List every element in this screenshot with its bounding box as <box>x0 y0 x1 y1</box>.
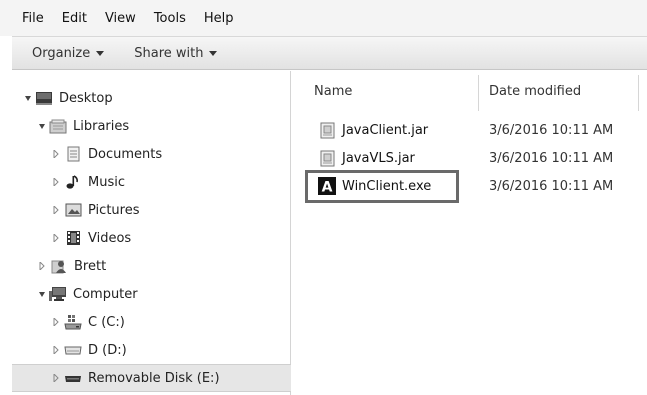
command-toolbar: Organize Share with <box>12 36 647 70</box>
file-date-modified: 3/6/2016 10:11 AM <box>489 150 614 166</box>
file-name: JavaVLS.jar <box>342 150 415 166</box>
menu-edit[interactable]: Edit <box>62 11 87 26</box>
nav-item-label: Removable Disk (E:) <box>88 370 220 386</box>
menu-file[interactable]: File <box>22 11 44 26</box>
chevron-down-icon <box>209 50 218 56</box>
menu-bar: File Edit View Tools Help <box>0 0 647 36</box>
nav-item-drive-c[interactable]: C (C:) <box>12 308 291 336</box>
expand-closed-icon[interactable] <box>50 318 62 326</box>
chevron-down-icon <box>96 50 105 56</box>
column-header-date-modified[interactable]: Date modified <box>489 71 581 111</box>
hard-drive-icon <box>64 314 82 330</box>
nav-item-pictures[interactable]: Pictures <box>12 196 291 224</box>
nav-item-libraries[interactable]: Libraries <box>12 112 291 140</box>
expand-closed-icon[interactable] <box>50 234 62 242</box>
column-divider[interactable] <box>478 75 479 111</box>
expand-closed-icon[interactable] <box>50 206 62 214</box>
file-name-cell: JavaClient.jar <box>318 116 428 144</box>
nav-item-removable-disk-e[interactable]: Removable Disk (E:) <box>12 364 291 392</box>
computer-icon <box>49 286 67 302</box>
optical-drive-icon <box>64 342 82 358</box>
expand-open-icon[interactable] <box>39 123 45 129</box>
nav-item-label: D (D:) <box>88 342 127 358</box>
organize-button[interactable]: Organize <box>32 45 105 61</box>
menu-help[interactable]: Help <box>204 11 234 26</box>
column-header-label: Date modified <box>489 83 582 99</box>
nav-item-music[interactable]: Music <box>12 168 291 196</box>
removable-disk-icon <box>64 370 82 386</box>
menu-tools[interactable]: Tools <box>154 11 186 26</box>
column-divider[interactable] <box>638 75 639 111</box>
nav-item-videos[interactable]: Videos <box>12 224 291 252</box>
jar-file-icon <box>318 150 336 166</box>
file-name-cell: JavaVLS.jar <box>318 144 415 172</box>
expand-closed-icon[interactable] <box>50 150 62 158</box>
nav-item-label: C (C:) <box>88 314 125 330</box>
pictures-icon <box>64 202 82 218</box>
nav-item-computer[interactable]: Computer <box>12 280 291 308</box>
nav-item-label: Music <box>88 174 125 190</box>
expand-closed-icon[interactable] <box>50 346 62 354</box>
user-folder-icon <box>50 258 68 274</box>
nav-item-desktop[interactable]: Desktop <box>12 84 291 112</box>
desktop-icon <box>35 90 53 106</box>
highlight-callout-box <box>305 170 459 203</box>
nav-item-brett[interactable]: Brett <box>12 252 291 280</box>
expand-open-icon[interactable] <box>39 291 45 297</box>
file-row[interactable]: JavaVLS.jar 3/6/2016 10:11 AM <box>292 144 647 172</box>
videos-icon <box>64 230 82 246</box>
jar-file-icon <box>318 122 336 138</box>
share-with-button[interactable]: Share with <box>134 45 218 61</box>
column-header-label: Name <box>314 83 353 99</box>
expand-closed-icon[interactable] <box>36 262 48 270</box>
file-name: JavaClient.jar <box>342 122 429 138</box>
navigation-pane: Desktop Libraries Documents Music Pictur… <box>12 71 291 395</box>
music-icon <box>64 174 82 190</box>
nav-item-label: Desktop <box>59 90 113 106</box>
menu-view[interactable]: View <box>105 11 136 26</box>
nav-item-label: Brett <box>74 258 107 274</box>
nav-item-drive-d[interactable]: D (D:) <box>12 336 291 364</box>
libraries-icon <box>49 118 67 134</box>
expand-closed-icon[interactable] <box>50 178 62 186</box>
organize-label: Organize <box>32 45 91 61</box>
file-date-modified: 3/6/2016 10:11 AM <box>489 178 614 194</box>
file-date-modified: 3/6/2016 10:11 AM <box>489 122 614 138</box>
nav-item-documents[interactable]: Documents <box>12 140 291 168</box>
nav-item-label: Computer <box>73 286 138 302</box>
file-row[interactable]: JavaClient.jar 3/6/2016 10:11 AM <box>292 116 647 144</box>
file-list-pane: Name Date modified JavaClient.jar 3/6/20… <box>292 71 647 395</box>
nav-item-label: Videos <box>88 230 132 246</box>
nav-item-label: Pictures <box>88 202 140 218</box>
expand-closed-icon[interactable] <box>50 374 62 382</box>
nav-item-label: Libraries <box>73 118 130 134</box>
expand-open-icon[interactable] <box>25 95 31 101</box>
share-with-label: Share with <box>134 45 204 61</box>
column-header-name[interactable]: Name <box>314 71 352 111</box>
nav-item-label: Documents <box>88 146 163 162</box>
documents-icon <box>64 146 82 162</box>
